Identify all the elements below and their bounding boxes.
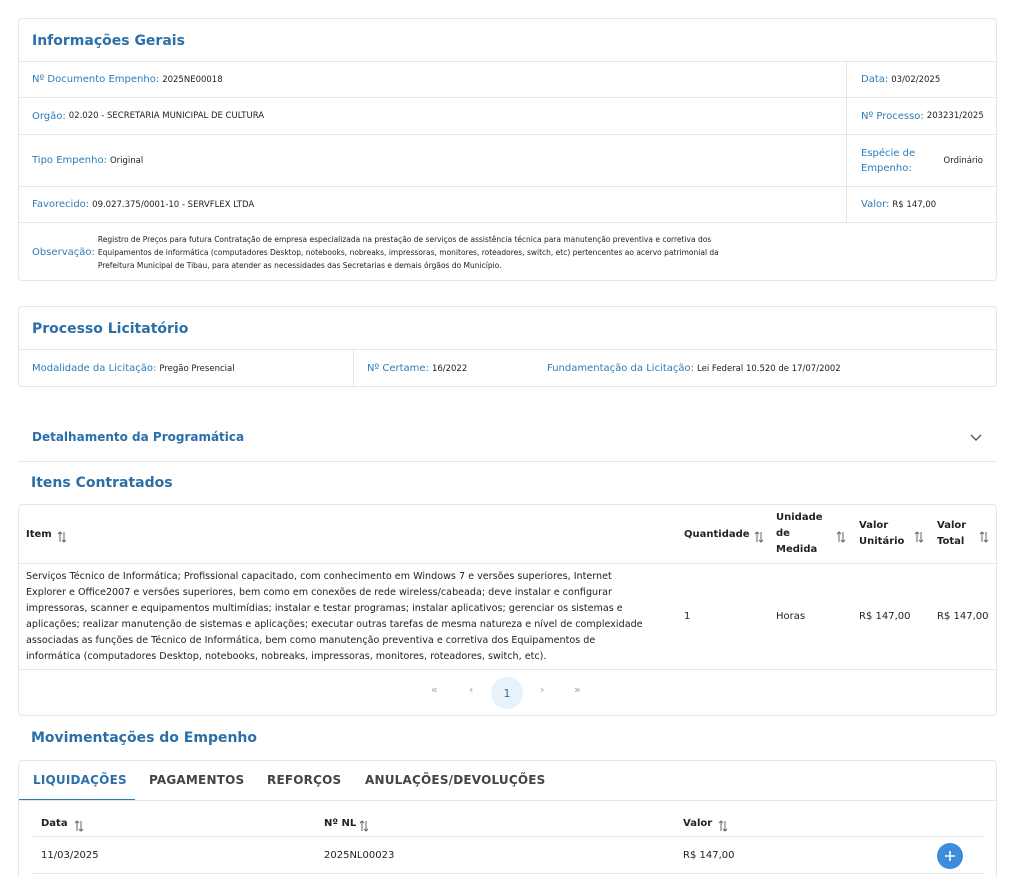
processo-licitatorio-card: Processo Licitatório Modalidade da Licit… — [18, 306, 997, 387]
movimentacoes-card: LIQUIDAÇÕES PAGAMENTOS REFORÇOS ANULAÇÕE… — [18, 760, 997, 877]
row-documento: Nº Documento Empenho: 2025NE00018 Data: 03… — [19, 61, 996, 97]
data-label: Data: — [861, 74, 889, 85]
col-unidade-header[interactable]: Unidade de Medida — [776, 510, 823, 558]
pager-first-button[interactable]: « — [431, 683, 438, 696]
row-favorecido: Favorecido: 09.027.375/0001-10 - SERVFLEX… — [19, 186, 996, 222]
certame-value: 16/2022 — [431, 363, 468, 374]
processo-licitatorio-title: Processo Licitatório — [32, 321, 189, 337]
processo-value: 203231/2025 — [926, 111, 984, 121]
programatica-title: Detalhamento da Programática — [32, 430, 245, 444]
certame-label: Nº Certame: — [367, 363, 429, 374]
table-row: 11/03/2025 2025NL00023 R$ 147,00 — [33, 838, 983, 874]
orgao-value: 02.020 - SECRETARIA MUNICIPAL DE CULTURA — [68, 111, 265, 121]
licitacao-row: Modalidade da Licitação: Pregão Presencia… — [19, 349, 996, 387]
col-nl-header[interactable]: Nº NL — [324, 816, 356, 832]
item-unidade: Horas — [776, 611, 806, 622]
sort-icon[interactable] — [914, 531, 924, 543]
tab-anulacoes[interactable]: ANULAÇÕES/DEVOLUÇÕES — [365, 773, 545, 787]
informacoes-gerais-card: Informações Gerais Nº Documento Empenho:… — [18, 18, 997, 281]
valor-label: Valor: — [861, 199, 890, 210]
pager-page-1[interactable]: 1 — [491, 677, 523, 709]
plus-icon — [945, 851, 955, 861]
especie-label: Espécie de Empenho: — [861, 147, 916, 174]
fundamentacao-value: Lei Federal 10.520 de 17/07/2002 — [697, 363, 841, 374]
row-tipo: Tipo Empenho: Original Espécie de Empenho… — [19, 134, 996, 186]
col-item-header[interactable]: Item — [26, 527, 52, 543]
expand-plus-button[interactable] — [937, 843, 963, 869]
sort-icon[interactable] — [836, 531, 846, 543]
documento-label: Nº Documento Empenho: — [32, 74, 160, 85]
itens-title: Itens Contratados — [31, 475, 173, 491]
row-orgao: Orgão: 02.020 - SECRETARIA MUNICIPAL DE C… — [19, 97, 996, 134]
informacoes-gerais-title: Informações Gerais — [32, 33, 185, 49]
pager-next-button[interactable]: › — [540, 683, 544, 696]
movimentacoes-title: Movimentações do Empenho — [31, 730, 258, 746]
pager-last-button[interactable]: » — [574, 683, 581, 696]
item-valor-total: R$ 147,00 — [937, 611, 989, 622]
modalidade-value: Pregão Presencial — [159, 363, 235, 374]
observacao-label: Observação: — [32, 246, 95, 258]
especie-value: Ordinário — [943, 155, 983, 166]
sort-icon[interactable] — [754, 531, 764, 543]
table-row: Serviços Técnico de Informática; Profiss… — [19, 564, 996, 670]
chevron-down-icon[interactable] — [969, 430, 983, 444]
sort-icon[interactable] — [718, 820, 728, 832]
sort-icon[interactable] — [57, 531, 67, 543]
col-valor-total-header[interactable]: Valor Total — [937, 518, 966, 550]
item-valor-unitario: R$ 147,00 — [859, 611, 911, 622]
tipo-label: Tipo Empenho: — [32, 155, 107, 166]
orgao-label: Orgão: — [32, 110, 66, 122]
tab-reforcos[interactable]: REFORÇOS — [267, 773, 341, 787]
mov-valor: R$ 147,00 — [683, 850, 735, 861]
tab-pagamentos[interactable]: PAGAMENTOS — [149, 773, 244, 787]
tab-liquidacoes[interactable]: LIQUIDAÇÕES — [33, 773, 127, 787]
col-data-header[interactable]: Data — [41, 816, 68, 832]
data-value: 03/02/2025 — [891, 74, 941, 85]
item-quantidade: 1 — [684, 611, 691, 622]
modalidade-label: Modalidade da Licitação: — [32, 363, 157, 374]
sort-icon[interactable] — [359, 820, 369, 832]
observacao-value: Registro de Preços para futura Contrataç… — [97, 234, 719, 270]
mov-data: 11/03/2025 — [41, 850, 99, 861]
col-valor-unitario-header[interactable]: Valor Unitário — [859, 518, 904, 550]
pager-prev-button[interactable]: ‹ — [469, 683, 473, 696]
item-description: Serviços Técnico de Informática; Profiss… — [26, 571, 643, 662]
itens-header-row: Item Quantidade Unidade de Medida Valor … — [19, 505, 996, 564]
favorecido-value: 09.027.375/0001-10 - SERVFLEX LTDA — [92, 199, 255, 210]
sort-icon[interactable] — [74, 820, 84, 832]
col-valor-header[interactable]: Valor — [683, 816, 712, 832]
tipo-value: Original — [109, 155, 144, 166]
valor-value: R$ 147,00 — [892, 199, 937, 210]
row-observacao: Observação: Registro de Preços para futu… — [19, 222, 996, 281]
favorecido-label: Favorecido: — [32, 199, 90, 210]
documento-value: 2025NE00018 — [162, 74, 223, 85]
col-quantidade-header[interactable]: Quantidade — [684, 527, 750, 543]
sort-icon[interactable] — [979, 531, 989, 543]
processo-label: Nº Processo: — [861, 110, 924, 122]
itens-table: Item Quantidade Unidade de Medida Valor … — [18, 504, 997, 716]
movimentacoes-header-row: Data Nº NL Valor — [33, 815, 983, 837]
mov-nl: 2025NL00023 — [324, 850, 395, 861]
programatica-accordion[interactable]: Detalhamento da Programática — [18, 420, 997, 462]
fundamentacao-label: Fundamentação da Licitação: — [547, 363, 695, 374]
